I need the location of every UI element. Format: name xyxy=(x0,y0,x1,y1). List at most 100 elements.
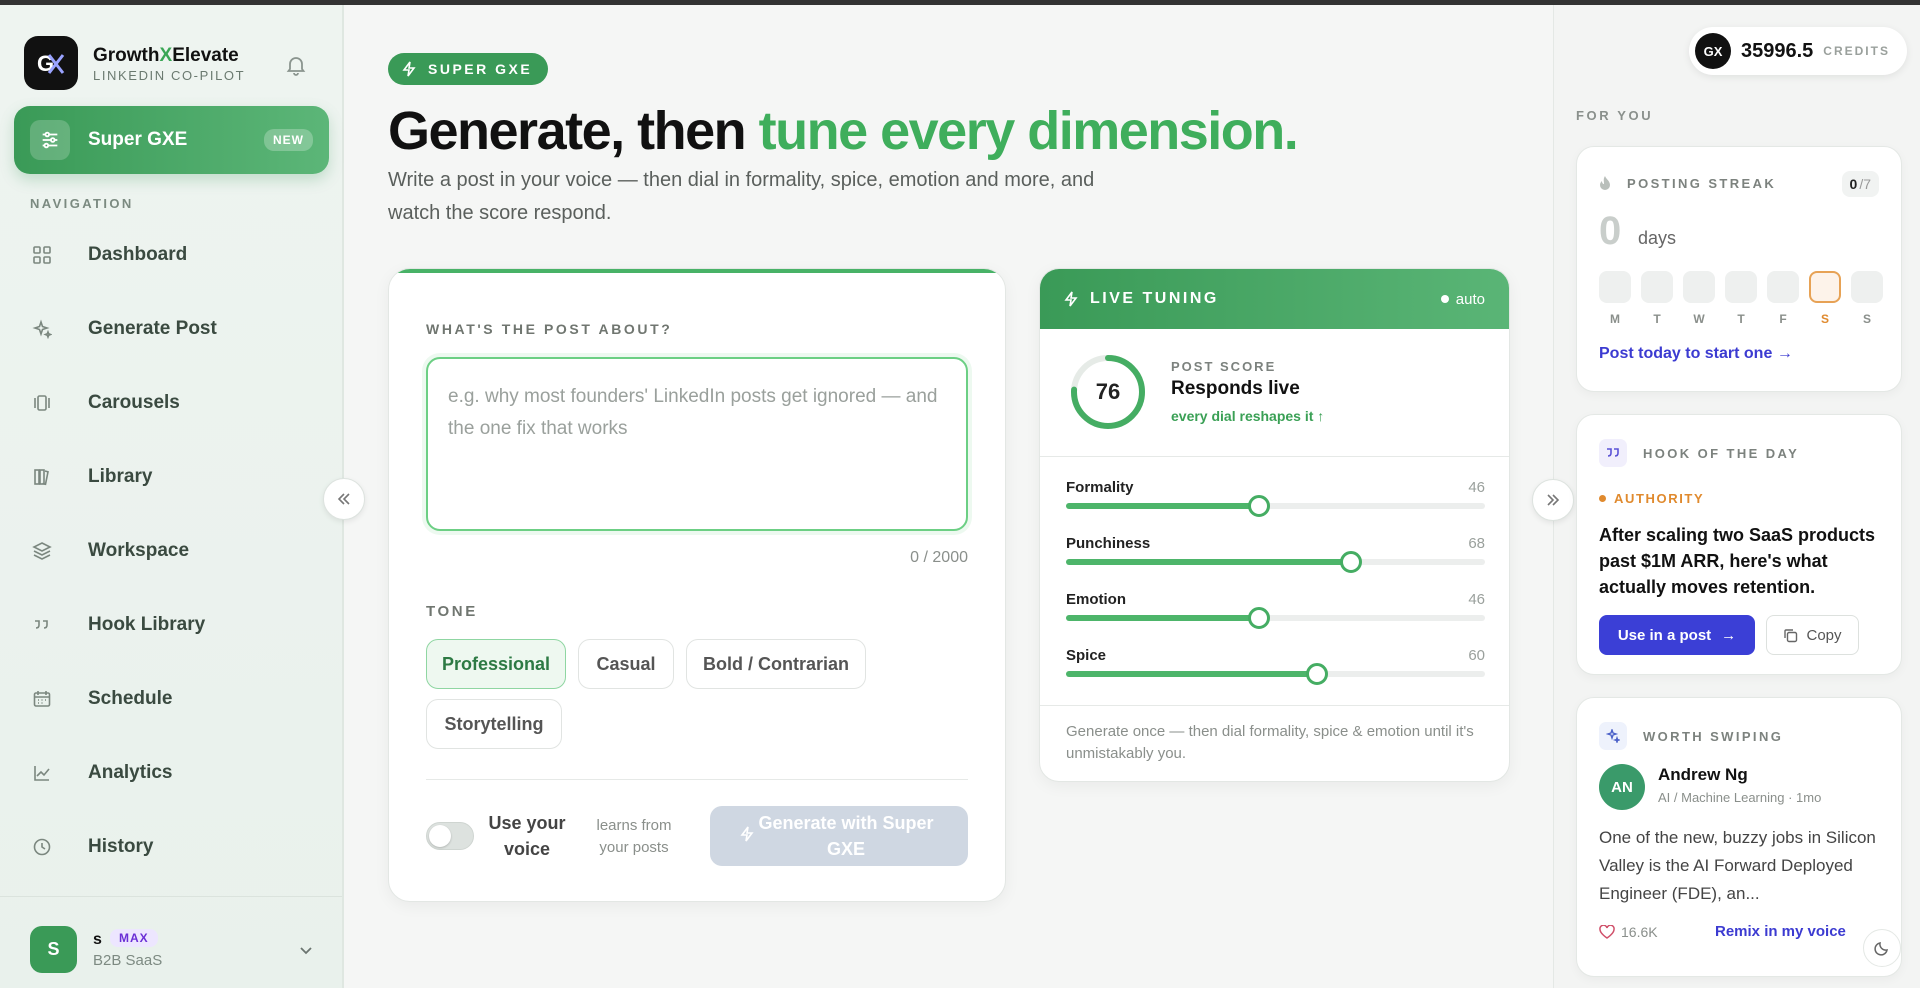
nav-heading: NAVIGATION xyxy=(30,196,134,211)
quote-icon xyxy=(1599,439,1627,467)
score-label: POST SCORE xyxy=(1171,359,1277,374)
slider-thumb[interactable] xyxy=(1248,495,1270,517)
use-voice-sublabel: learns from your posts xyxy=(596,817,672,856)
author-name[interactable]: Andrew Ng xyxy=(1658,765,1748,785)
score-value: 76 xyxy=(1095,379,1121,404)
posting-streak-card: POSTING STREAK 0/7 0 days M T W T F S S Post t… xyxy=(1576,146,1902,392)
streak-day-label: T xyxy=(1653,312,1661,326)
composer-card: WHAT'S THE POST ABOUT? 0 / 2000 TONE Pro… xyxy=(388,268,1006,902)
sidebar-item-dashboard[interactable]: Dashboard xyxy=(30,230,320,280)
tone-chip-storytelling[interactable]: Storytelling xyxy=(426,699,562,749)
generate-button[interactable]: Generate with Super GXE xyxy=(710,806,968,866)
sidebar-item-label: Library xyxy=(88,466,153,487)
streak-day-box xyxy=(1851,271,1883,303)
slider-fill xyxy=(1066,503,1259,509)
page-title: Generate, then tune every dimension. xyxy=(388,101,1299,161)
streak-day-label: S xyxy=(1862,312,1871,326)
slider-thumb[interactable] xyxy=(1248,607,1270,629)
sidebar-item-generate-post[interactable]: Generate Post xyxy=(30,304,320,354)
pill-label: SUPER GXE xyxy=(428,61,533,77)
streak-day-box xyxy=(1809,271,1841,303)
avatar[interactable]: AN xyxy=(1599,764,1645,810)
post-today-link[interactable]: Post today to start one → xyxy=(1599,345,1793,363)
dial-value: 60 xyxy=(1468,647,1485,664)
sidebar-item-hook-library[interactable]: Hook Library xyxy=(30,600,320,650)
chevron-down-icon[interactable] xyxy=(298,942,314,963)
tuning-footer: Generate once — then dial formality, spi… xyxy=(1066,723,1474,762)
sidebar: G GrowthXElevate LINKEDIN CO-PILOT Super… xyxy=(0,5,344,988)
sidebar-item-schedule[interactable]: Schedule xyxy=(30,674,320,724)
streak-day-label: W xyxy=(1693,312,1705,326)
dial-name: Emotion xyxy=(1066,591,1126,608)
sidebar-item-label: Dashboard xyxy=(88,244,188,265)
page-subtitle: Write a post in your voice — then dial i… xyxy=(388,169,1095,224)
moon-icon[interactable] xyxy=(1863,929,1901,967)
flame-icon xyxy=(1600,176,1610,190)
divider xyxy=(426,779,968,780)
remix-link[interactable]: Remix in my voice xyxy=(1715,923,1846,940)
streak-day-box xyxy=(1599,271,1631,303)
score-title: Responds live xyxy=(1171,378,1300,399)
gx-logo-icon: G xyxy=(37,51,65,76)
chart-icon xyxy=(30,761,54,785)
copy-button[interactable]: Copy xyxy=(1766,615,1859,655)
dial-name: Punchiness xyxy=(1066,535,1151,552)
slider-thumb[interactable] xyxy=(1340,551,1362,573)
super-gxe-pill: SUPER GXE xyxy=(388,53,549,85)
slider-thumb[interactable] xyxy=(1306,663,1328,685)
super-gxe-button[interactable]: Super GXE NEW xyxy=(14,106,329,174)
sidebar-item-workspace[interactable]: Workspace xyxy=(30,526,320,576)
divider xyxy=(0,896,342,897)
sliders-icon xyxy=(30,120,70,160)
live-tuning-title: LIVE TUNING xyxy=(1090,290,1219,307)
sidebar-item-label: Carousels xyxy=(88,392,180,413)
quote-icon xyxy=(30,613,54,637)
brand-name: GrowthXElevate xyxy=(93,45,239,66)
credits-value: 35996.5 xyxy=(1741,39,1814,62)
tone-label: TONE xyxy=(426,603,478,620)
new-badge: NEW xyxy=(264,129,313,151)
credits-badge[interactable]: GX 35996.5 CREDITS xyxy=(1689,27,1907,75)
collapse-sidebar-button[interactable] xyxy=(323,478,365,520)
clock-icon xyxy=(30,835,54,859)
grid-icon xyxy=(30,243,54,267)
streak-day-label: M xyxy=(1610,312,1620,326)
score-subtitle: every dial reshapes it ↑ xyxy=(1171,408,1325,424)
sidebar-item-label: Schedule xyxy=(88,688,173,709)
copy-icon xyxy=(1784,628,1798,642)
toggle-knob xyxy=(429,825,451,847)
post-topic-input[interactable] xyxy=(426,357,968,531)
sidebar-item-library[interactable]: Library xyxy=(30,452,320,502)
sparkle-icon xyxy=(30,317,54,341)
streak-day-label: S xyxy=(1820,312,1829,326)
streak-days-label: days xyxy=(1638,228,1677,248)
bolt-icon xyxy=(402,61,416,77)
use-voice-toggle[interactable] xyxy=(426,822,474,850)
char-counter: 0 / 2000 xyxy=(910,549,968,566)
for-you-heading: FOR YOU xyxy=(1576,108,1654,123)
tone-chip-professional[interactable]: Professional xyxy=(426,639,566,689)
sidebar-item-label: History xyxy=(88,836,154,857)
hook-of-the-day-card: HOOK OF THE DAY AUTHORITY After scaling … xyxy=(1576,414,1902,675)
brand-subtitle: LINKEDIN CO-PILOT xyxy=(93,68,246,83)
avatar[interactable]: S xyxy=(30,926,77,973)
tone-chip-bold-contrarian[interactable]: Bold / Contrarian xyxy=(686,639,866,689)
svg-text:G: G xyxy=(37,51,54,76)
brand-logo[interactable]: G xyxy=(24,36,78,90)
dial-spice: Spice 60 xyxy=(1066,647,1485,685)
sidebar-item-carousels[interactable]: Carousels xyxy=(30,378,320,428)
sidebar-item-analytics[interactable]: Analytics xyxy=(30,748,320,798)
user-name: s xyxy=(93,931,102,948)
bell-icon[interactable] xyxy=(284,53,308,77)
divider xyxy=(1040,456,1509,457)
sidebar-item-label: Hook Library xyxy=(88,614,206,635)
sidebar-item-history[interactable]: History xyxy=(30,822,320,872)
expand-panel-button[interactable] xyxy=(1532,479,1574,521)
streak-count-badge: 0/7 xyxy=(1841,171,1879,197)
hook-category-tag: AUTHORITY xyxy=(1599,491,1704,506)
tone-chip-casual[interactable]: Casual xyxy=(578,639,674,689)
use-in-post-button[interactable]: Use in a post → xyxy=(1599,615,1755,655)
dial-punchiness: Punchiness 68 xyxy=(1066,535,1485,573)
credits-label: CREDITS xyxy=(1823,44,1890,58)
use-voice-label: Use your voice xyxy=(488,813,566,859)
